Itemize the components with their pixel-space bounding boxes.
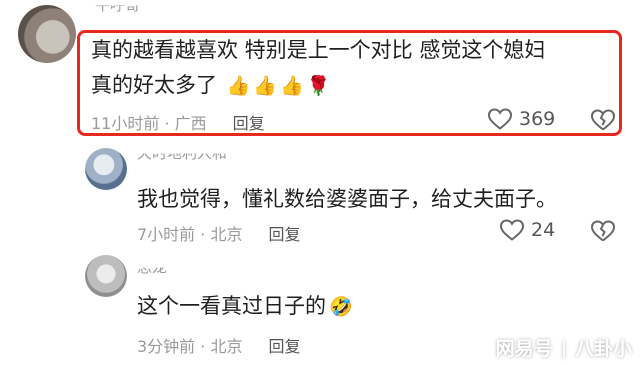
comment-text-line: 这个一看真过日子的 🤣: [137, 291, 353, 322]
avatar[interactable]: [85, 255, 127, 297]
watermark-separator: |: [560, 336, 567, 359]
like-count: 24: [531, 219, 556, 241]
time-location: 7小时前 · 北京: [137, 225, 243, 244]
broken-heart-icon[interactable]: [590, 219, 616, 243]
heart-icon: [487, 108, 513, 130]
comment-author[interactable]: 天时地利人和: [137, 154, 227, 163]
comment-author[interactable]: 牛呼哥: [95, 6, 140, 15]
comment-text: 这个一看真过日子的: [137, 294, 326, 318]
rose-icon: 🌹: [306, 75, 331, 97]
laughing-crying-icon: 🤣: [329, 296, 353, 318]
like-count: 369: [519, 108, 556, 130]
thumbs-up-icon: 👍: [253, 75, 278, 97]
time-location: 11小时前 · 广西: [91, 114, 207, 133]
comment-text: 真的好太多了: [91, 73, 217, 97]
comment-meta: 11小时前 · 广西 回复: [91, 110, 265, 134]
like-button[interactable]: 24: [499, 218, 555, 242]
reply-button[interactable]: 回复: [233, 114, 265, 133]
time-location: 3分钟前 · 北京: [137, 337, 243, 356]
watermark: 网易号 | 八卦小: [496, 334, 632, 361]
comment-author[interactable]: 思龙: [137, 268, 167, 277]
broken-heart-icon[interactable]: [590, 108, 616, 132]
reply-button[interactable]: 回复: [268, 225, 300, 244]
thumbs-up-icon: 👍: [280, 75, 304, 97]
watermark-right: 八卦小: [574, 338, 632, 360]
watermark-left: 网易号: [495, 338, 553, 360]
comment-text-line2: 真的好太多了 👍 👍 👍 🌹: [91, 70, 330, 101]
comment-meta: 3分钟前 · 北京 回复: [137, 333, 300, 357]
like-button[interactable]: 369: [487, 107, 555, 131]
thumbs-up-icon: 👍: [226, 75, 251, 97]
avatar[interactable]: [18, 5, 76, 63]
avatar[interactable]: [85, 148, 127, 190]
comment-text-line1: 真的越看越喜欢 特别是上一个对比 感觉这个媳妇: [91, 38, 546, 62]
comment-meta: 7小时前 · 北京 回复: [137, 221, 300, 245]
heart-icon: [499, 219, 525, 241]
comment-text: 我也觉得，懂礼数给婆婆面子，给丈夫面子。: [137, 187, 557, 211]
reply-button[interactable]: 回复: [268, 337, 300, 356]
